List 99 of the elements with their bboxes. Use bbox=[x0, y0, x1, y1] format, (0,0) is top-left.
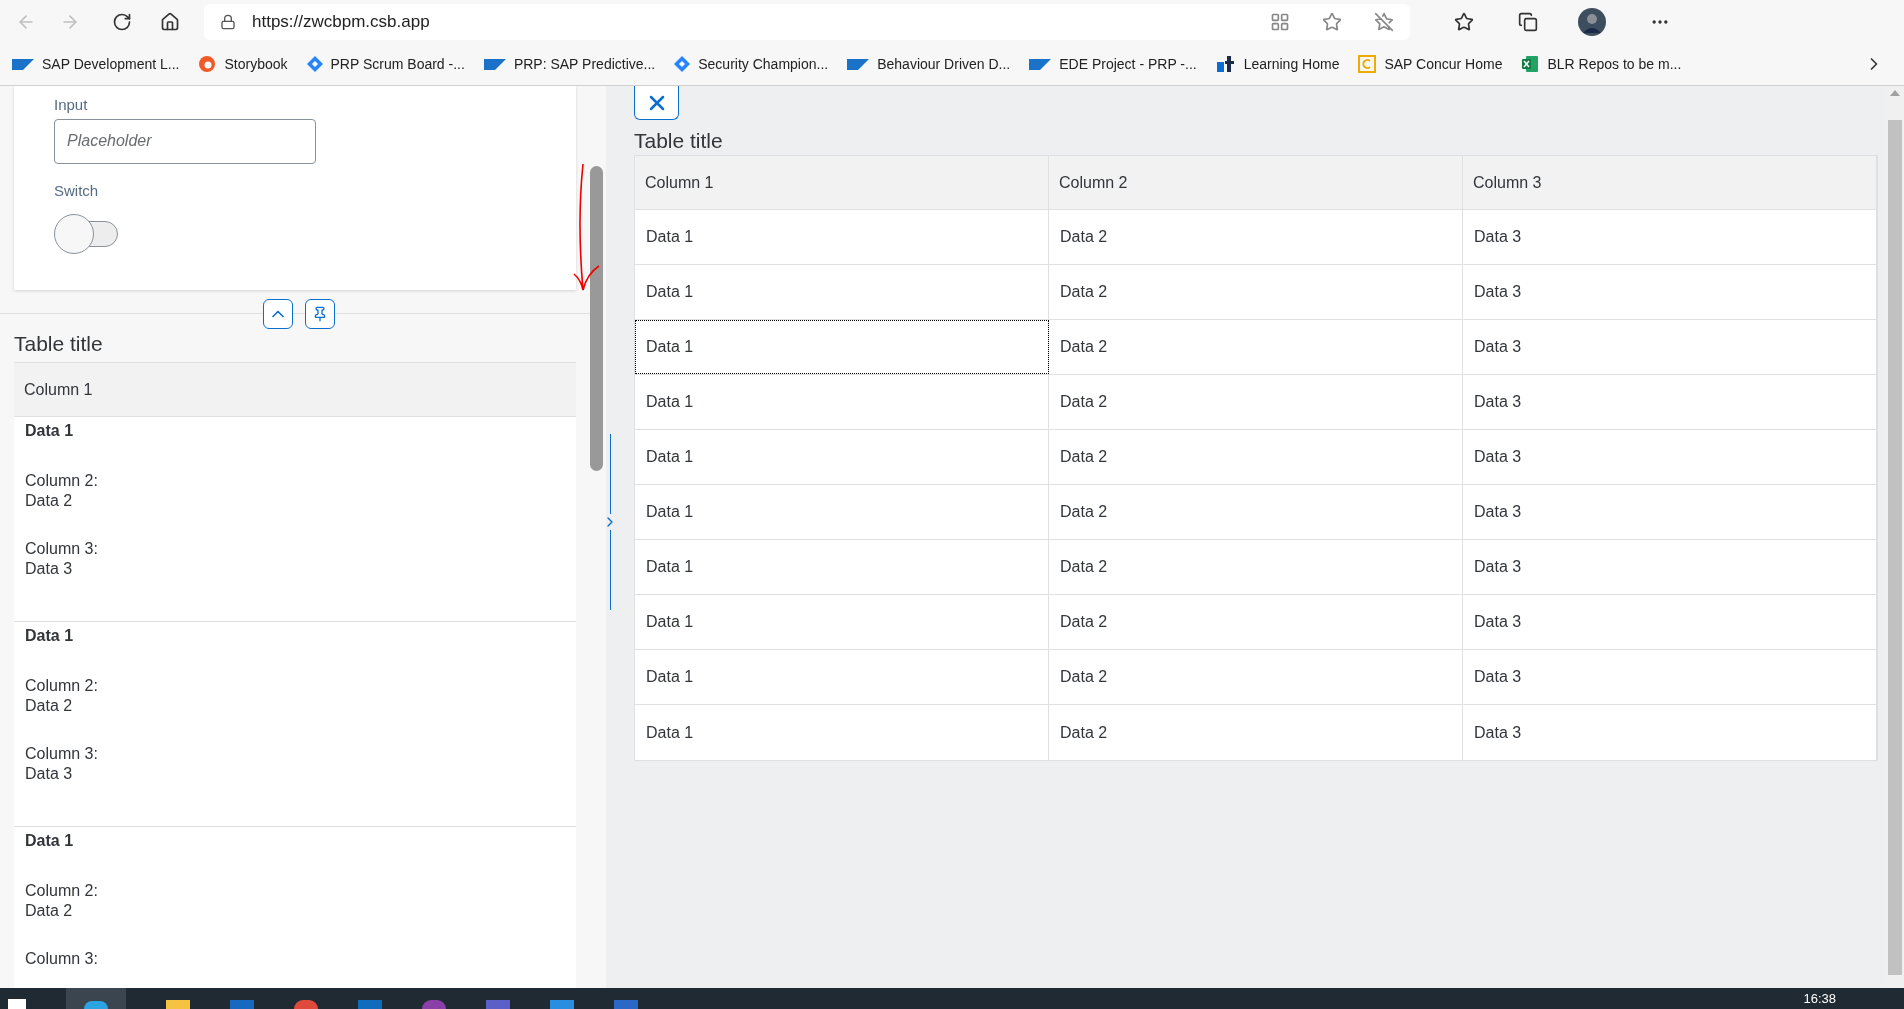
spreadsheet-icon bbox=[1521, 55, 1540, 73]
table-cell: Data 3 bbox=[1463, 540, 1877, 594]
detail-label: Column 3: bbox=[25, 949, 98, 969]
bookmark[interactable]: SAP Concur Home bbox=[1350, 48, 1511, 80]
address-bar[interactable]: https://zwcbpm.csb.app bbox=[204, 3, 1410, 40]
row-title: Data 1 bbox=[25, 626, 74, 646]
detail-value: Data 2 bbox=[25, 696, 73, 716]
logo-icon bbox=[1358, 55, 1377, 73]
bookmark[interactable]: PRP Scrum Board -... bbox=[298, 48, 473, 80]
table-cell: Data 1 bbox=[635, 540, 1049, 594]
table-cell: Data 3 bbox=[1463, 210, 1877, 264]
table-row[interactable]: Data 1 Column 2: Data 2 Column 3: bbox=[14, 827, 576, 988]
column-header: Column 1 bbox=[24, 379, 93, 400]
bookmark[interactable]: Behaviour Driven D... bbox=[839, 48, 1019, 80]
bookmark[interactable]: BLR Repos to be m... bbox=[1513, 48, 1690, 80]
favorites-icon[interactable] bbox=[1454, 11, 1474, 32]
detail-value: Data 2 bbox=[25, 491, 73, 511]
reload-icon[interactable] bbox=[112, 11, 132, 32]
toggle-switch[interactable] bbox=[54, 214, 120, 254]
bookmark[interactable]: Security Champion... bbox=[666, 48, 837, 80]
app-icon[interactable] bbox=[422, 1000, 446, 1009]
table-cell: Data 1 bbox=[635, 430, 1049, 484]
logo-icon bbox=[1215, 55, 1236, 73]
collections-icon[interactable] bbox=[1518, 11, 1538, 32]
detail-label: Column 2: bbox=[25, 676, 98, 696]
start-icon[interactable] bbox=[8, 999, 26, 1009]
table-cell: Data 1 bbox=[635, 210, 1049, 264]
column-header[interactable]: Column 3 bbox=[1463, 156, 1877, 209]
table-cell: Data 2 bbox=[1049, 595, 1463, 649]
table-cell: Data 3 bbox=[1463, 705, 1877, 760]
scroll-up-icon[interactable] bbox=[1890, 90, 1900, 96]
url-text: https://zwcbpm.csb.app bbox=[252, 10, 431, 33]
table-cell: Data 3 bbox=[1463, 265, 1877, 319]
detail-value: Data 2 bbox=[25, 901, 73, 921]
bookmark[interactable]: EDE Project - PRP -... bbox=[1021, 48, 1205, 80]
input-field[interactable]: Placeholder bbox=[54, 118, 316, 164]
taskbar-app[interactable] bbox=[66, 988, 126, 1009]
table-cell: Data 2 bbox=[1049, 705, 1463, 760]
column-header[interactable]: Column 2 bbox=[1049, 156, 1463, 209]
table-cell: Data 2 bbox=[1049, 320, 1463, 374]
pin-icon bbox=[312, 305, 328, 322]
logo-icon bbox=[483, 58, 506, 70]
avatar-icon[interactable] bbox=[1578, 7, 1606, 36]
pin-button[interactable] bbox=[305, 298, 335, 329]
home-icon[interactable] bbox=[160, 11, 180, 32]
column-header[interactable]: Column 1 bbox=[635, 156, 1049, 209]
clock-text: 16:38 bbox=[1803, 991, 1836, 1007]
scrollbar-thumb[interactable] bbox=[590, 166, 603, 471]
browser-icon[interactable] bbox=[294, 1000, 318, 1009]
table-cell: Data 2 bbox=[1049, 430, 1463, 484]
table-cell: Data 1 bbox=[635, 650, 1049, 704]
field-label: Switch bbox=[54, 180, 99, 201]
diamond-icon bbox=[674, 56, 691, 72]
table-cell: Data 3 bbox=[1463, 485, 1877, 539]
detail-value: Data 3 bbox=[25, 764, 73, 784]
table-row[interactable]: Data 1 Column 2: Data 2 Column 3: Data 3 bbox=[14, 622, 576, 827]
bookmark[interactable]: Storybook bbox=[190, 48, 296, 80]
table-cell: Data 1 bbox=[635, 595, 1049, 649]
table-cell: Data 2 bbox=[1049, 540, 1463, 594]
row-title: Data 1 bbox=[25, 831, 74, 851]
table-cell: Data 3 bbox=[1463, 430, 1877, 484]
scrollbar-thumb[interactable] bbox=[1888, 120, 1902, 975]
table-cell: Data 3 bbox=[1463, 595, 1877, 649]
detail-label: Column 2: bbox=[25, 471, 98, 491]
table-cell: Data 1 bbox=[635, 375, 1049, 429]
table-title: Table title bbox=[14, 331, 103, 356]
row-title: Data 1 bbox=[25, 421, 74, 441]
logo-icon bbox=[12, 58, 34, 70]
logo-icon bbox=[1029, 58, 1052, 70]
table-cell: Data 1 bbox=[635, 320, 1049, 374]
bookmark[interactable]: PRP: SAP Predictive... bbox=[475, 48, 664, 80]
table-row[interactable]: Data 1 Column 2: Data 2 Column 3: Data 3 bbox=[14, 417, 576, 622]
field-label: Input bbox=[54, 95, 88, 115]
table-cell: Data 3 bbox=[1463, 650, 1877, 704]
table-cell: Data 3 bbox=[1463, 375, 1877, 429]
logo-icon bbox=[847, 58, 870, 70]
detail-value: Data 3 bbox=[25, 559, 73, 579]
table-cell: Data 1 bbox=[635, 705, 1049, 760]
table-cell: Data 2 bbox=[1049, 210, 1463, 264]
table-cell: Data 1 bbox=[635, 265, 1049, 319]
table-cell: Data 2 bbox=[1049, 485, 1463, 539]
grid-icon[interactable] bbox=[1270, 11, 1290, 32]
collapse-button[interactable] bbox=[263, 298, 293, 329]
close-button[interactable] bbox=[634, 86, 679, 120]
table-cell: Data 3 bbox=[1463, 320, 1877, 374]
table-cell: Data 2 bbox=[1049, 265, 1463, 319]
detail-label: Column 2: bbox=[25, 881, 98, 901]
diamond-icon bbox=[306, 56, 323, 72]
table-cell: Data 2 bbox=[1049, 375, 1463, 429]
lock-icon bbox=[220, 13, 236, 30]
table-title: Table title bbox=[634, 128, 723, 153]
bookmark[interactable]: Learning Home bbox=[1207, 48, 1348, 80]
favorite-icon[interactable] bbox=[1374, 11, 1394, 32]
bookmark[interactable]: SAP Development L... bbox=[4, 48, 188, 80]
table-cell: Data 1 bbox=[635, 485, 1049, 539]
flame-icon bbox=[198, 55, 217, 73]
table-cell: Data 2 bbox=[1049, 650, 1463, 704]
detail-label: Column 3: bbox=[25, 744, 98, 764]
detail-label: Column 3: bbox=[25, 539, 98, 559]
